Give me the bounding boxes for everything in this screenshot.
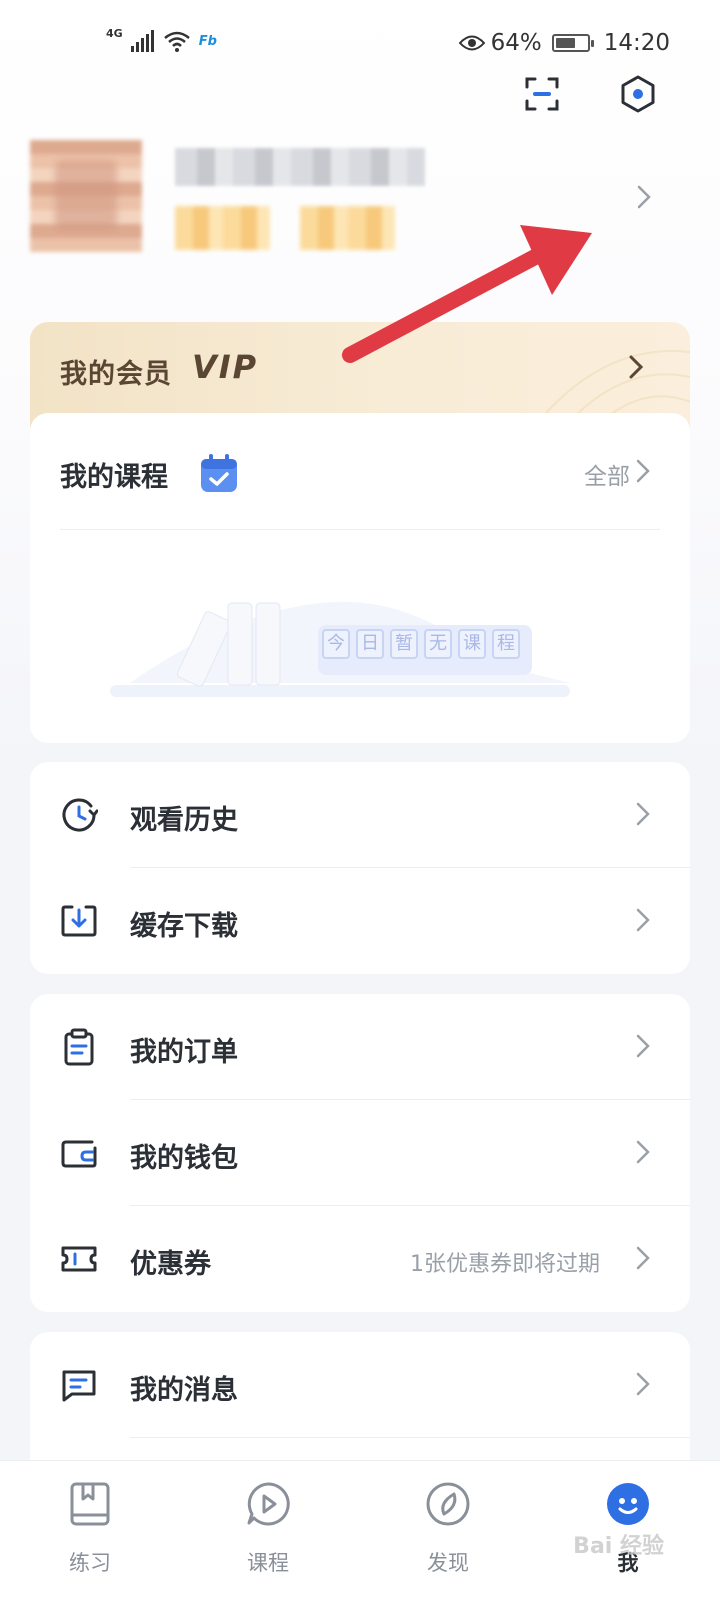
menu-item-my-messages[interactable]: 我的消息 [30, 1332, 690, 1438]
courses-all-link[interactable]: 全部 [584, 457, 630, 491]
chevron-right-icon [636, 802, 650, 826]
coupon-expiry-notice: 1张优惠券即将过期 [410, 1252, 600, 1277]
orders-wallet-card: 我的订单 我的钱包 优惠券 1张优惠券即将过期 [30, 994, 690, 1312]
battery-fill [555, 38, 575, 48]
wifi-icon [163, 31, 190, 52]
empty-char: 程 [492, 629, 520, 659]
empty-courses-text: 今 日 暂 无 课 程 [322, 629, 520, 659]
user-tag-blurred [300, 206, 395, 250]
chevron-right-icon[interactable] [636, 459, 650, 483]
app-notification-icon: Fb [198, 33, 217, 49]
eye-icon [458, 35, 485, 51]
calendar-check-icon [201, 454, 237, 492]
menu-item-my-wallet[interactable]: 我的钱包 [30, 1100, 690, 1206]
tab-label: 发现 [427, 1551, 469, 1575]
empty-char: 暂 [390, 629, 418, 659]
scan-icon [525, 77, 559, 111]
chevron-right-icon [636, 1246, 650, 1270]
menu-item-label: 缓存下载 [130, 911, 238, 942]
status-right: 64% 14:20 [458, 30, 670, 56]
signal-icon [130, 30, 154, 52]
ticket-icon [61, 1246, 97, 1272]
tab-label: 练习 [69, 1551, 111, 1575]
settings-button[interactable] [616, 72, 660, 116]
message-icon [62, 1370, 96, 1402]
courses-title: 我的课程 [60, 462, 168, 493]
vip-title: 我的会员 [60, 359, 172, 390]
menu-item-coupons[interactable]: 优惠券 1张优惠券即将过期 [30, 1206, 690, 1312]
battery-percent: 64% [490, 30, 542, 56]
menu-item-label: 我的钱包 [130, 1143, 238, 1174]
user-tag-blurred [175, 206, 270, 250]
chevron-right-icon [636, 1140, 650, 1164]
profile-face-icon [607, 1483, 649, 1525]
download-icon [61, 905, 97, 937]
my-courses-card: 我的课程 全部 今 日 暂 无 课 程 [30, 413, 690, 743]
empty-char: 日 [356, 629, 384, 659]
profile-header[interactable] [30, 140, 690, 260]
menu-item-my-orders[interactable]: 我的订单 [30, 994, 690, 1100]
empty-char: 今 [322, 629, 350, 659]
header-actions [520, 72, 660, 116]
vip-badge: VIP [192, 348, 259, 386]
chevron-right-icon[interactable] [636, 184, 652, 210]
menu-item-cache-download[interactable]: 缓存下载 [30, 868, 690, 974]
book-icon [70, 1482, 110, 1526]
history-download-card: 观看历史 缓存下载 [30, 762, 690, 974]
status-left: 4G Fb [106, 26, 217, 52]
play-bubble-icon [247, 1482, 290, 1526]
chevron-right-icon [636, 908, 650, 932]
scan-button[interactable] [520, 72, 564, 116]
avatar[interactable] [30, 140, 142, 252]
menu-item-label: 我的订单 [130, 1037, 238, 1068]
battery-icon [551, 34, 594, 52]
divider [130, 1437, 690, 1438]
tab-practice[interactable]: 练习 [30, 1481, 150, 1581]
compass-icon [426, 1482, 470, 1526]
clock: 14:20 [603, 30, 670, 56]
chevron-right-icon [629, 355, 644, 379]
menu-item-label: 我的消息 [130, 1375, 238, 1406]
empty-char: 课 [458, 629, 486, 659]
tab-courses[interactable]: 课程 [208, 1481, 328, 1581]
clipboard-icon [64, 1028, 94, 1066]
username-blurred [175, 148, 425, 186]
wallet-icon [61, 1140, 97, 1168]
chevron-right-icon [636, 1034, 650, 1058]
tab-label: 课程 [247, 1551, 289, 1575]
menu-item-label: 观看历史 [130, 805, 238, 836]
empty-char: 无 [424, 629, 452, 659]
tab-discover[interactable]: 发现 [388, 1481, 508, 1581]
watermark: Bai 经验 [573, 1534, 664, 1559]
clock-history-icon [62, 798, 98, 832]
network-type: 4G [106, 26, 123, 40]
divider [60, 529, 660, 530]
chevron-right-icon [636, 1372, 650, 1396]
menu-item-label: 优惠券 [130, 1249, 211, 1280]
menu-item-watch-history[interactable]: 观看历史 [30, 762, 690, 868]
hexagon-settings-icon [621, 75, 655, 113]
